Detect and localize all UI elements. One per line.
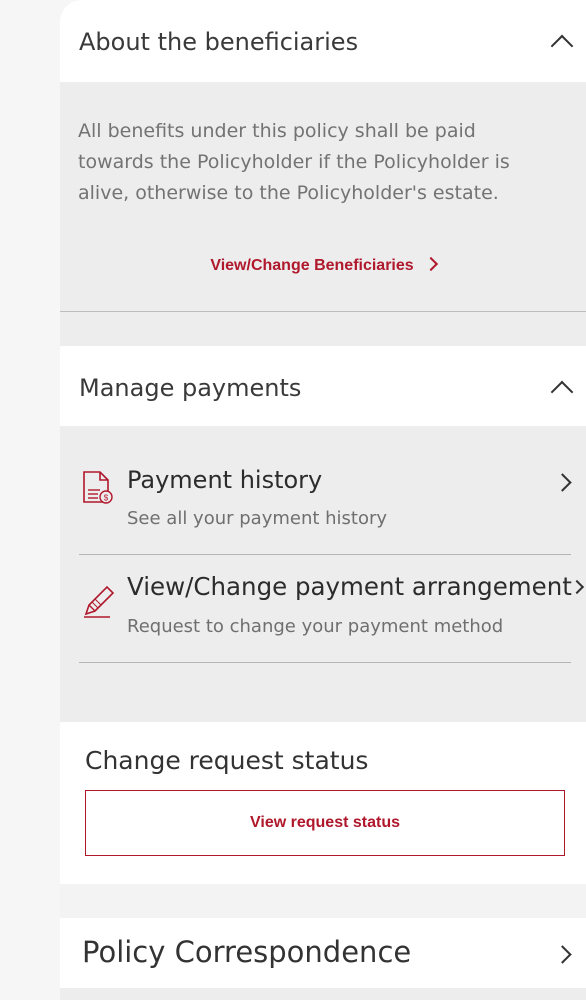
document-dollar-icon: $ [83,471,113,504]
beneficiaries-description: All benefits under this policy shall be … [78,120,510,204]
payments-section-header[interactable]: Manage payments [60,346,586,426]
chevron-right-icon [553,945,572,964]
pencil-icon [84,585,115,618]
payment-history-row[interactable]: $ Payment history See all your payment h… [60,426,586,556]
chevron-right-icon [569,579,585,595]
view-change-beneficiaries-link[interactable]: View/Change Beneficiaries [60,256,586,275]
payment-history-subtitle: See all your payment history [127,508,388,529]
beneficiaries-section-header[interactable]: About the beneficiaries [60,0,586,82]
change-request-section: Change request status View request statu… [60,722,586,884]
beneficiaries-section-body: All benefits under this policy shall be … [60,82,586,312]
change-request-title: Change request status [85,746,369,775]
divider [79,662,571,663]
payments-section-title: Manage payments [79,374,302,402]
bottom-edge [60,988,586,1000]
section-gap [60,312,586,346]
collapse-icon[interactable] [550,380,574,404]
policy-correspondence-row[interactable]: Policy Correspondence [60,918,586,988]
payments-section-body: $ Payment history See all your payment h… [60,426,586,722]
payment-history-title: Payment history [127,466,323,494]
view-request-status-button[interactable]: View request status [85,790,565,856]
svg-text:$: $ [104,494,109,503]
divider [79,554,571,555]
payment-arrangement-subtitle: Request to change your payment method [127,616,504,637]
collapse-icon[interactable] [550,34,574,58]
chevron-right-icon [553,473,572,492]
payment-arrangement-row[interactable]: View/Change payment arrangement Request … [60,556,586,664]
section-gap [60,884,586,918]
policy-correspondence-title: Policy Correspondence [82,935,412,969]
beneficiaries-section-title: About the beneficiaries [79,28,359,56]
chevron-right-icon [423,256,438,272]
view-change-beneficiaries-label: View/Change Beneficiaries [210,257,414,274]
payment-arrangement-title: View/Change payment arrangement [127,572,572,601]
